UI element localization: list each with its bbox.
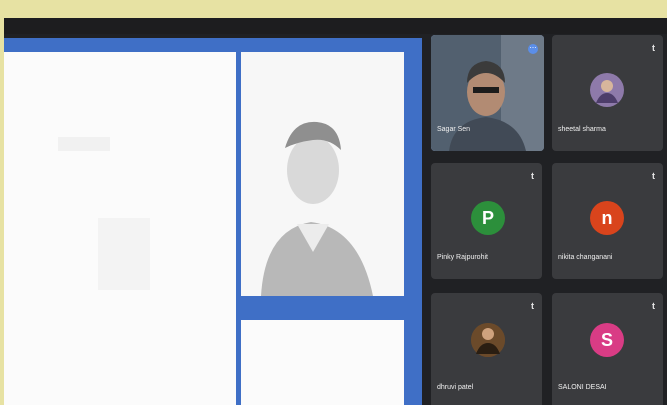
avatar — [471, 323, 505, 357]
participant-tile[interactable]: n nikita changanani t — [552, 163, 663, 279]
participant-name: dhruvi patel — [437, 384, 474, 391]
slide-lower-panel — [241, 320, 404, 405]
slide-portrait-panel — [241, 52, 404, 296]
mic-off-icon: t — [652, 301, 655, 311]
participant-name: nikita changanani — [558, 254, 613, 261]
mic-off-icon: t — [531, 171, 534, 181]
mic-off-icon: t — [652, 171, 655, 181]
avatar-photo — [471, 323, 505, 357]
participant-tile[interactable]: S SALONI DESAI t — [552, 293, 663, 405]
participant-tile[interactable]: P Pinky Rajpurohit t — [431, 163, 542, 279]
video-feed — [431, 35, 544, 151]
meeting-window: ⋯ Sagar Sen sheetal sharma t P Pinky Raj… — [4, 18, 667, 405]
mic-off-icon: t — [531, 301, 534, 311]
top-bar — [4, 18, 667, 34]
participant-tile[interactable]: dhruvi patel t — [431, 293, 542, 405]
shared-screen[interactable] — [4, 38, 422, 405]
participant-name: SALONI DESAI — [558, 384, 607, 391]
participant-name: sheetal sharma — [558, 126, 606, 133]
portrait-image — [241, 52, 404, 296]
mic-off-icon: t — [652, 43, 655, 53]
faint-image-block — [98, 218, 150, 290]
participant-name: Sagar Sen — [437, 126, 471, 133]
pin-icon[interactable]: ⋯ — [528, 44, 538, 54]
avatar: S — [590, 323, 624, 357]
avatar — [590, 73, 624, 107]
faint-text-block — [58, 137, 110, 151]
slide-main-panel — [4, 52, 236, 405]
participant-tile[interactable]: sheetal sharma t — [552, 35, 663, 151]
avatar: P — [471, 201, 505, 235]
avatar: n — [590, 201, 624, 235]
slide-divider — [241, 296, 404, 300]
avatar-photo — [592, 75, 622, 105]
participant-name: Pinky Rajpurohit — [437, 254, 488, 261]
participant-tile[interactable]: ⋯ Sagar Sen — [431, 35, 544, 151]
